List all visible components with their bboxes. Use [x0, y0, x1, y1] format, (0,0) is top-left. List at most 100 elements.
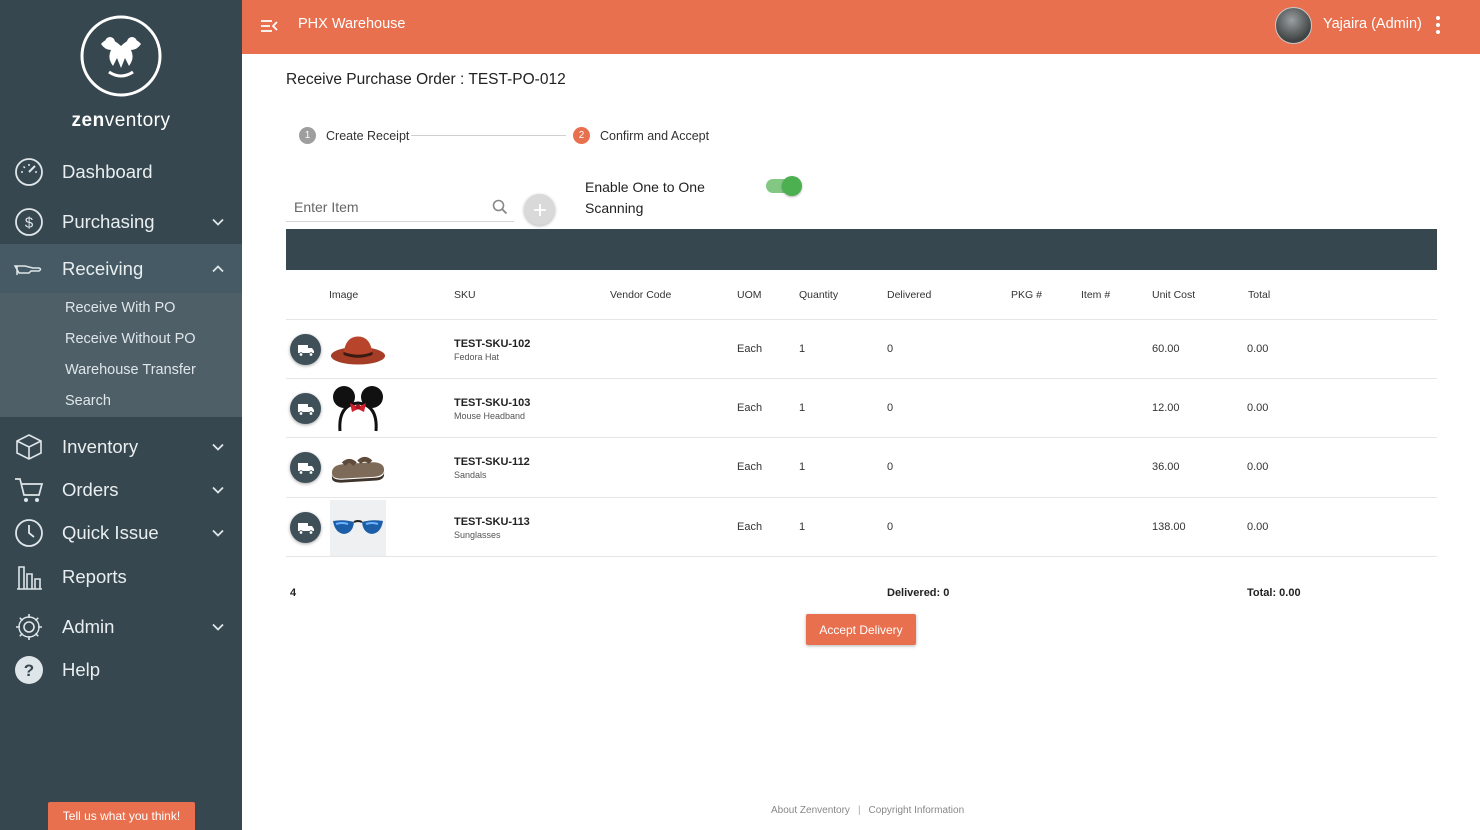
- sidebar-item-help[interactable]: ? Help: [0, 648, 242, 692]
- avatar[interactable]: [1275, 7, 1312, 44]
- sidebar-item-label: Purchasing: [62, 211, 155, 232]
- page-footer: About Zenventory | Copyright Information: [771, 805, 964, 816]
- cell-delivered: 0: [887, 461, 894, 473]
- sidebar-item-label: Orders: [62, 479, 119, 500]
- product-image-sunglasses: [330, 500, 386, 556]
- sidebar-item-label: Dashboard: [62, 161, 153, 182]
- sidebar-subitem-receive-with-po[interactable]: Receive With PO: [65, 300, 175, 316]
- cell-uom: Each: [737, 521, 763, 533]
- step-connector: [411, 135, 566, 136]
- svg-text:$: $: [25, 215, 34, 232]
- table-toolbar: [286, 229, 1437, 270]
- header-delivered: Delivered: [887, 289, 932, 301]
- feedback-button[interactable]: Tell us what you think!: [48, 802, 195, 830]
- copyright-link[interactable]: Copyright Information: [869, 805, 965, 816]
- clock-icon: [12, 516, 46, 550]
- chevron-down-icon: [212, 623, 224, 631]
- header-sku: SKU: [454, 289, 476, 301]
- footer-separator: |: [857, 805, 861, 816]
- cell-delivered: 0: [887, 343, 894, 355]
- add-item-button[interactable]: [524, 194, 555, 225]
- table-row: TEST-SKU-113 Sunglasses Each 1 0 138.00 …: [286, 497, 1437, 556]
- header-item-number: Item #: [1081, 289, 1111, 301]
- table-row: TEST-SKU-102 Fedora Hat Each 1 0 60.00 0…: [286, 319, 1437, 378]
- warehouse-title[interactable]: PHX Warehouse: [298, 16, 405, 32]
- logo[interactable]: zenventory: [0, 12, 242, 131]
- about-link[interactable]: About Zenventory: [771, 805, 850, 816]
- cell-quantity: 1: [799, 461, 806, 473]
- sku-code[interactable]: TEST-SKU-103: [454, 397, 530, 409]
- cell-uom: Each: [737, 461, 763, 473]
- sidebar-item-admin[interactable]: Admin: [0, 605, 242, 649]
- header-vendor-code: Vendor Code: [610, 289, 672, 301]
- cell-quantity: 1: [799, 343, 806, 355]
- one-to-one-scanning-label: Enable One to One Scanning: [585, 179, 705, 216]
- cell-unit-cost: 36.00: [1152, 461, 1180, 473]
- receiving-hand-icon: [12, 252, 46, 286]
- receive-item-button[interactable]: [290, 393, 321, 424]
- sidebar-subitem-warehouse-transfer[interactable]: Warehouse Transfer: [65, 362, 196, 378]
- header-unit-cost: Unit Cost: [1152, 289, 1196, 301]
- total-summary: Total: 0.00: [1247, 587, 1301, 599]
- receive-item-button[interactable]: [290, 512, 321, 543]
- truck-icon: [297, 522, 314, 535]
- cell-delivered: 0: [887, 521, 894, 533]
- sku-code[interactable]: TEST-SKU-102: [454, 338, 530, 350]
- plus-icon: [533, 203, 546, 216]
- sidebar-item-orders[interactable]: Orders: [0, 468, 242, 512]
- dashboard-gauge-icon: [12, 155, 46, 189]
- truck-icon: [297, 344, 314, 357]
- header-uom: UOM: [737, 289, 762, 301]
- chevron-down-icon: [212, 443, 224, 451]
- step-create-receipt[interactable]: 1 Create Receipt: [299, 127, 409, 144]
- more-options-icon[interactable]: [1430, 14, 1446, 36]
- receive-item-button[interactable]: [290, 452, 321, 483]
- sidebar-item-label: Inventory: [62, 436, 139, 457]
- sku-code[interactable]: TEST-SKU-113: [454, 516, 530, 528]
- gear-icon: [12, 610, 46, 644]
- sidebar-item-inventory[interactable]: Inventory: [0, 425, 242, 469]
- table-divider: [286, 556, 1437, 557]
- sidebar-item-quick-issue[interactable]: Quick Issue: [0, 511, 242, 555]
- sidebar-item-dashboard[interactable]: Dashboard: [0, 150, 242, 194]
- sidebar-subitem-receive-without-po[interactable]: Receive Without PO: [65, 331, 196, 347]
- search-icon[interactable]: [492, 199, 508, 215]
- cell-total: 0.00: [1247, 343, 1269, 355]
- sidebar-item-receiving[interactable]: Receiving: [0, 244, 242, 293]
- cell-uom: Each: [737, 402, 763, 414]
- header-total: Total: [1248, 289, 1271, 301]
- dollar-circle-icon: $: [12, 205, 46, 239]
- toggle-knob: [782, 176, 802, 196]
- truck-icon: [297, 403, 314, 416]
- chevron-up-icon: [212, 264, 224, 272]
- svg-text:?: ?: [24, 661, 34, 680]
- sku-code[interactable]: TEST-SKU-112: [454, 456, 530, 468]
- one-to-one-scanning-toggle[interactable]: [766, 176, 802, 196]
- sidebar-item-reports[interactable]: Reports: [0, 555, 242, 599]
- product-image-mouse-headband: [330, 381, 386, 437]
- cell-quantity: 1: [799, 521, 806, 533]
- page-title: Receive Purchase Order : TEST-PO-012: [286, 71, 566, 88]
- receiving-submenu: Receive With PO Receive Without PO Wareh…: [0, 293, 242, 417]
- cell-unit-cost: 60.00: [1152, 343, 1180, 355]
- product-name: Fedora Hat: [454, 352, 500, 362]
- chevron-down-icon: [212, 529, 224, 537]
- sidebar-subitem-search[interactable]: Search: [65, 393, 111, 409]
- cell-delivered: 0: [887, 402, 894, 414]
- cell-total: 0.00: [1247, 461, 1269, 473]
- user-name[interactable]: Yajaira (Admin): [1323, 16, 1422, 32]
- product-image-fedora-hat: [330, 322, 386, 378]
- cell-quantity: 1: [799, 402, 806, 414]
- sidebar-item-purchasing[interactable]: $ Purchasing: [0, 200, 242, 244]
- cart-icon: [12, 473, 46, 507]
- receive-item-button[interactable]: [290, 334, 321, 365]
- step-confirm-accept[interactable]: 2 Confirm and Accept: [573, 127, 709, 144]
- accept-delivery-button[interactable]: Accept Delivery: [806, 614, 916, 645]
- sidebar: zenventory Dashboard $ Purchasing Receiv…: [0, 0, 242, 830]
- box-icon: [12, 430, 46, 464]
- delivered-summary: Delivered: 0: [887, 587, 950, 599]
- table-row: TEST-SKU-103 Mouse Headband Each 1 0 12.…: [286, 378, 1437, 437]
- item-search-input[interactable]: [294, 199, 484, 215]
- step-number: 1: [299, 127, 316, 144]
- menu-collapse-icon[interactable]: [259, 16, 279, 36]
